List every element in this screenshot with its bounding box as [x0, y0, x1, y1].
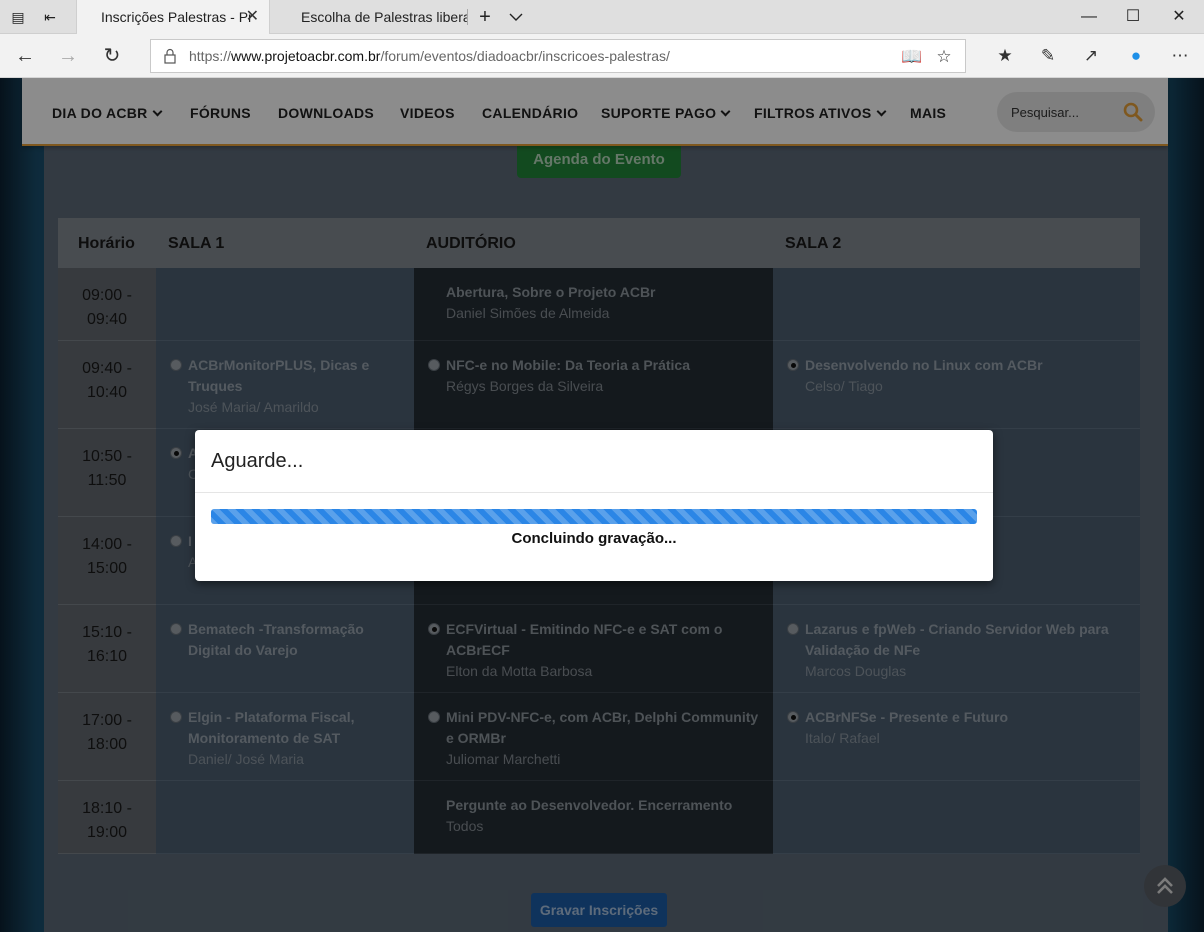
reading-view-icon[interactable]: 📖 — [901, 46, 923, 68]
back-icon[interactable]: ← — [9, 40, 41, 72]
tab-separator — [467, 9, 468, 25]
more-options-icon[interactable]: ⋯ — [1165, 42, 1195, 70]
dialog-divider — [195, 492, 993, 493]
close-tab-icon[interactable]: ✕ — [246, 0, 259, 34]
web-note-icon[interactable]: ✎ — [1033, 42, 1063, 70]
close-window-icon[interactable]: ✕ — [1156, 0, 1202, 34]
url-field[interactable]: https://www.projetoacbr.com.br/forum/eve… — [150, 39, 966, 73]
progress-bar — [211, 509, 977, 524]
address-bar: ← → ↻ https://www.projetoacbr.com.br/for… — [0, 34, 1204, 78]
minimize-icon[interactable]: — — [1066, 0, 1112, 34]
dialog-message: Concluindo gravação... — [511, 530, 677, 547]
set-aside-tabs-icon[interactable]: ⇤ — [41, 8, 59, 26]
tab-actions-icon[interactable]: ▤ — [9, 8, 27, 26]
lock-icon — [164, 48, 176, 64]
maximize-icon[interactable]: ☐ — [1110, 0, 1156, 34]
favorites-hub-icon[interactable]: ★ — [990, 42, 1020, 70]
refresh-icon[interactable]: ↻ — [96, 40, 128, 72]
browser-tab-bar: ▤ ⇤ Inscrições Palestras - Pr ✕ Escolha … — [0, 0, 1204, 34]
tab-preview-chevron-icon[interactable] — [507, 8, 525, 26]
wait-dialog: Aguarde... Concluindo gravação... — [195, 430, 993, 581]
tab-title: Escolha de Palestras liberad — [301, 9, 467, 25]
share-icon[interactable]: ↗ — [1076, 42, 1106, 70]
favorite-star-icon[interactable]: ☆ — [933, 46, 955, 68]
new-tab-icon[interactable]: + — [476, 7, 494, 27]
tab-escolha[interactable]: Escolha de Palestras liberad — [277, 0, 467, 34]
progress-fill — [211, 509, 977, 524]
url-text: https://www.projetoacbr.com.br/forum/eve… — [189, 48, 670, 64]
dialog-title: Aguarde... — [211, 450, 304, 472]
extension-icon[interactable]: ● — [1121, 42, 1151, 70]
tab-title: Inscrições Palestras - Pr — [101, 9, 253, 25]
tab-inscricoes[interactable]: Inscrições Palestras - Pr ✕ — [76, 0, 270, 34]
forward-icon[interactable]: → — [52, 40, 84, 72]
